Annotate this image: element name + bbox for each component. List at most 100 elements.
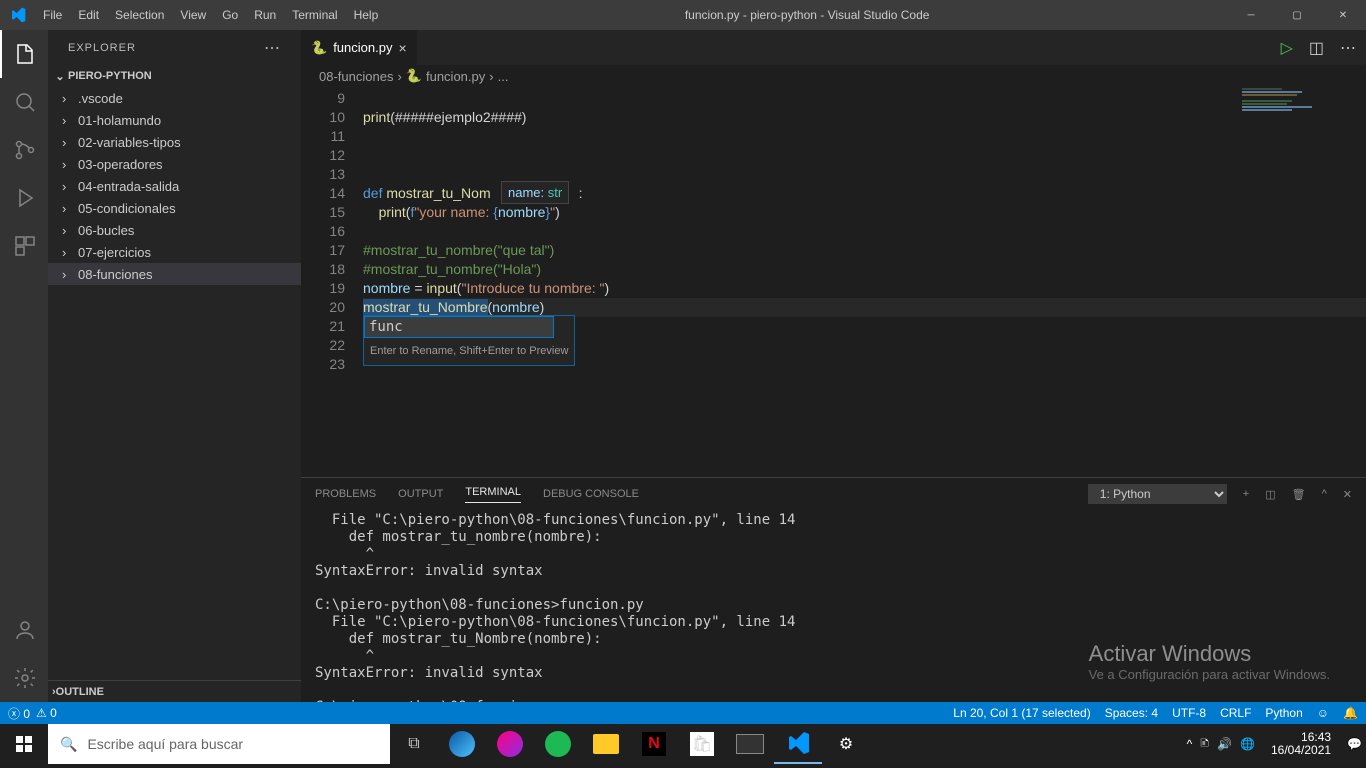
file-explorer-icon[interactable] [582, 724, 630, 764]
tree-item-08[interactable]: ›08-funciones [48, 263, 301, 285]
run-icon[interactable]: ▷ [1281, 38, 1293, 58]
menu-bar: File Edit Selection View Go Run Terminal… [35, 8, 386, 22]
menu-run[interactable]: Run [246, 8, 284, 22]
maximize-panel-icon[interactable]: ^ [1322, 488, 1327, 500]
outline-label: OUTLINE [56, 686, 104, 698]
tab-terminal[interactable]: TERMINAL [465, 486, 521, 503]
minimize-button[interactable]: ─ [1228, 0, 1274, 30]
netflix-icon[interactable]: N [630, 724, 678, 764]
language-mode[interactable]: Python [1265, 706, 1302, 720]
tab-bar: 🐍 funcion.py × ▷ ◫ ⋯ [301, 30, 1366, 65]
outline-section[interactable]: › OUTLINE [48, 680, 301, 702]
breadcrumb-file[interactable]: funcion.py [426, 69, 485, 84]
menu-terminal[interactable]: Terminal [284, 8, 345, 22]
cmd-icon[interactable] [726, 724, 774, 764]
extensions-icon[interactable] [0, 222, 48, 270]
tree-item-vscode[interactable]: ›.vscode [48, 87, 301, 109]
wifi-icon[interactable]: 🌐 [1240, 737, 1255, 751]
explorer-label: EXPLORER [68, 42, 136, 54]
close-button[interactable]: ✕ [1320, 0, 1366, 30]
cursor-position[interactable]: Ln 20, Col 1 (17 selected) [953, 706, 1090, 720]
breadcrumb-ellipsis[interactable]: ... [498, 69, 509, 84]
maximize-button[interactable]: ▢ [1274, 0, 1320, 30]
vscode-taskbar-icon[interactable] [774, 724, 822, 764]
source-control-icon[interactable] [0, 126, 48, 174]
tab-problems[interactable]: PROBLEMS [315, 488, 376, 500]
settings-taskbar-icon[interactable]: ⚙ [822, 724, 870, 764]
tree-label: 05-condicionales [78, 201, 176, 216]
tree-item-01[interactable]: ›01-holamundo [48, 109, 301, 131]
account-icon[interactable] [0, 606, 48, 654]
windows-taskbar: 🔍 Escribe aquí para buscar ⧉ N 🛍 ⚙ ^ 🗈 🔊… [0, 724, 1366, 764]
tree-label: 03-operadores [78, 157, 163, 172]
task-view-icon[interactable]: ⧉ [390, 724, 438, 764]
tree-label: .vscode [78, 91, 123, 106]
start-button[interactable] [0, 724, 48, 764]
activity-bar [0, 30, 48, 702]
feedback-icon[interactable]: ☺ [1317, 706, 1329, 720]
tray-chevron-icon[interactable]: ^ [1187, 737, 1193, 751]
minimap[interactable] [1242, 87, 1352, 177]
action-center-icon[interactable]: 💬 [1347, 737, 1362, 751]
panel-tabs: PROBLEMS OUTPUT TERMINAL DEBUG CONSOLE 1… [301, 478, 1366, 510]
chevron-right-icon: › [62, 179, 78, 194]
settings-icon[interactable] [0, 654, 48, 702]
code-content[interactable]: print(#####ejemplo2####) def mostrar_tu_… [363, 87, 1366, 477]
tree-label: 01-holamundo [78, 113, 161, 128]
tree-item-07[interactable]: ›07-ejercicios [48, 241, 301, 263]
menu-file[interactable]: File [35, 8, 70, 22]
chevron-right-icon: › [62, 135, 78, 150]
eol[interactable]: CRLF [1220, 706, 1251, 720]
project-header[interactable]: ⌄ PIERO-PYTHON [48, 65, 301, 87]
menu-selection[interactable]: Selection [107, 8, 172, 22]
chevron-right-icon: › [62, 91, 78, 106]
notifications-icon[interactable]: 🔔 [1343, 706, 1358, 720]
battery-icon[interactable]: 🗈 [1200, 734, 1209, 755]
chevron-right-icon: › [62, 245, 78, 260]
clock[interactable]: 16:43 16/04/2021 [1263, 731, 1339, 757]
explorer-more-icon[interactable]: ⋯ [264, 38, 281, 58]
breadcrumb[interactable]: 08-funciones › 🐍 funcion.py › ... [301, 65, 1366, 87]
menu-edit[interactable]: Edit [70, 8, 107, 22]
menu-go[interactable]: Go [214, 8, 246, 22]
volume-icon[interactable]: 🔊 [1217, 737, 1232, 751]
tab-debug-console[interactable]: DEBUG CONSOLE [543, 488, 639, 500]
split-terminal-icon[interactable]: ◫ [1265, 488, 1275, 501]
terminal-select[interactable]: 1: Python [1088, 484, 1227, 504]
close-panel-icon[interactable]: ✕ [1343, 488, 1352, 501]
tree-item-06[interactable]: ›06-bucles [48, 219, 301, 241]
app-icon[interactable] [486, 724, 534, 764]
new-terminal-icon[interactable]: + [1243, 488, 1249, 500]
edge-icon[interactable] [438, 724, 486, 764]
tree-item-05[interactable]: ›05-condicionales [48, 197, 301, 219]
tree-item-04[interactable]: ›04-entrada-salida [48, 175, 301, 197]
tree-item-02[interactable]: ›02-variables-tipos [48, 131, 301, 153]
menu-help[interactable]: Help [346, 8, 387, 22]
store-icon[interactable]: 🛍 [678, 724, 726, 764]
editor[interactable]: 91011121314151617181920212223 print(####… [301, 87, 1366, 477]
sidebar: EXPLORER ⋯ ⌄ PIERO-PYTHON ›.vscode ›01-h… [48, 30, 301, 702]
menu-view[interactable]: View [172, 8, 214, 22]
indentation[interactable]: Spaces: 4 [1105, 706, 1158, 720]
search-placeholder: Escribe aquí para buscar [87, 736, 243, 752]
warning-count[interactable]: ⚠ 0 [36, 706, 57, 720]
spotify-icon[interactable] [534, 724, 582, 764]
rename-input[interactable] [364, 316, 554, 338]
split-editor-icon[interactable]: ◫ [1309, 38, 1324, 58]
explorer-icon[interactable] [0, 30, 48, 78]
more-actions-icon[interactable]: ⋯ [1340, 38, 1356, 58]
search-icon[interactable] [0, 78, 48, 126]
project-name: PIERO-PYTHON [68, 70, 152, 82]
encoding[interactable]: UTF-8 [1172, 706, 1206, 720]
tab-output[interactable]: OUTPUT [398, 488, 443, 500]
breadcrumb-folder[interactable]: 08-funciones [319, 69, 393, 84]
tree-label: 07-ejercicios [78, 245, 151, 260]
kill-terminal-icon[interactable]: 🗑 [1292, 488, 1306, 501]
error-count[interactable]: ⓧ 0 [8, 705, 30, 722]
taskbar-search[interactable]: 🔍 Escribe aquí para buscar [48, 724, 390, 764]
chevron-right-icon: › [62, 223, 78, 238]
tab-funcion[interactable]: 🐍 funcion.py × [301, 30, 418, 65]
run-debug-icon[interactable] [0, 174, 48, 222]
tree-item-03[interactable]: ›03-operadores [48, 153, 301, 175]
close-tab-icon[interactable]: × [398, 40, 406, 56]
